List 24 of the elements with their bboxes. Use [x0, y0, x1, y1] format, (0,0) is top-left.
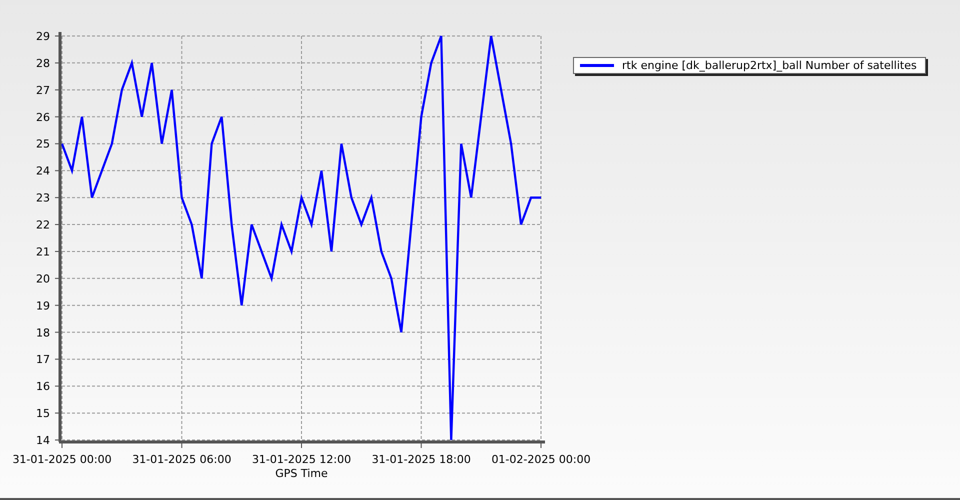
tick-label: 31-01-2025 00:00 — [12, 453, 112, 466]
tick-label: 27 — [36, 84, 50, 97]
tick-label: 23 — [36, 192, 50, 205]
tick-label: 14 — [36, 434, 50, 447]
axis-title: GPS Time — [275, 467, 328, 480]
tick-label: 28 — [36, 56, 50, 70]
tick-label: 22 — [36, 218, 50, 232]
legend-label: rtk engine [dk_ballerup2rtx]_ball Number of satellites — [622, 59, 917, 72]
tick-label: 31-01-2025 12:00 — [252, 453, 352, 466]
tick-label: 26 — [36, 110, 50, 124]
tick-label: 29 — [36, 30, 50, 43]
tick-label: 21 — [36, 245, 50, 258]
tick-label: 24 — [36, 164, 50, 178]
tick-label: 15 — [36, 407, 50, 420]
legend-line-icon — [580, 64, 614, 67]
tick-label: 16 — [36, 380, 50, 394]
tick-label: 17 — [36, 353, 50, 366]
tick-label: 31-01-2025 18:00 — [372, 453, 471, 466]
tick-label: 01-02-2025 00:00 — [491, 453, 591, 466]
tick-label: 20 — [36, 272, 50, 286]
tick-label: 19 — [36, 299, 50, 312]
tick-label: 31-01-2025 06:00 — [132, 453, 232, 466]
tick-label: 25 — [36, 138, 50, 151]
tick-label: 18 — [36, 326, 50, 340]
